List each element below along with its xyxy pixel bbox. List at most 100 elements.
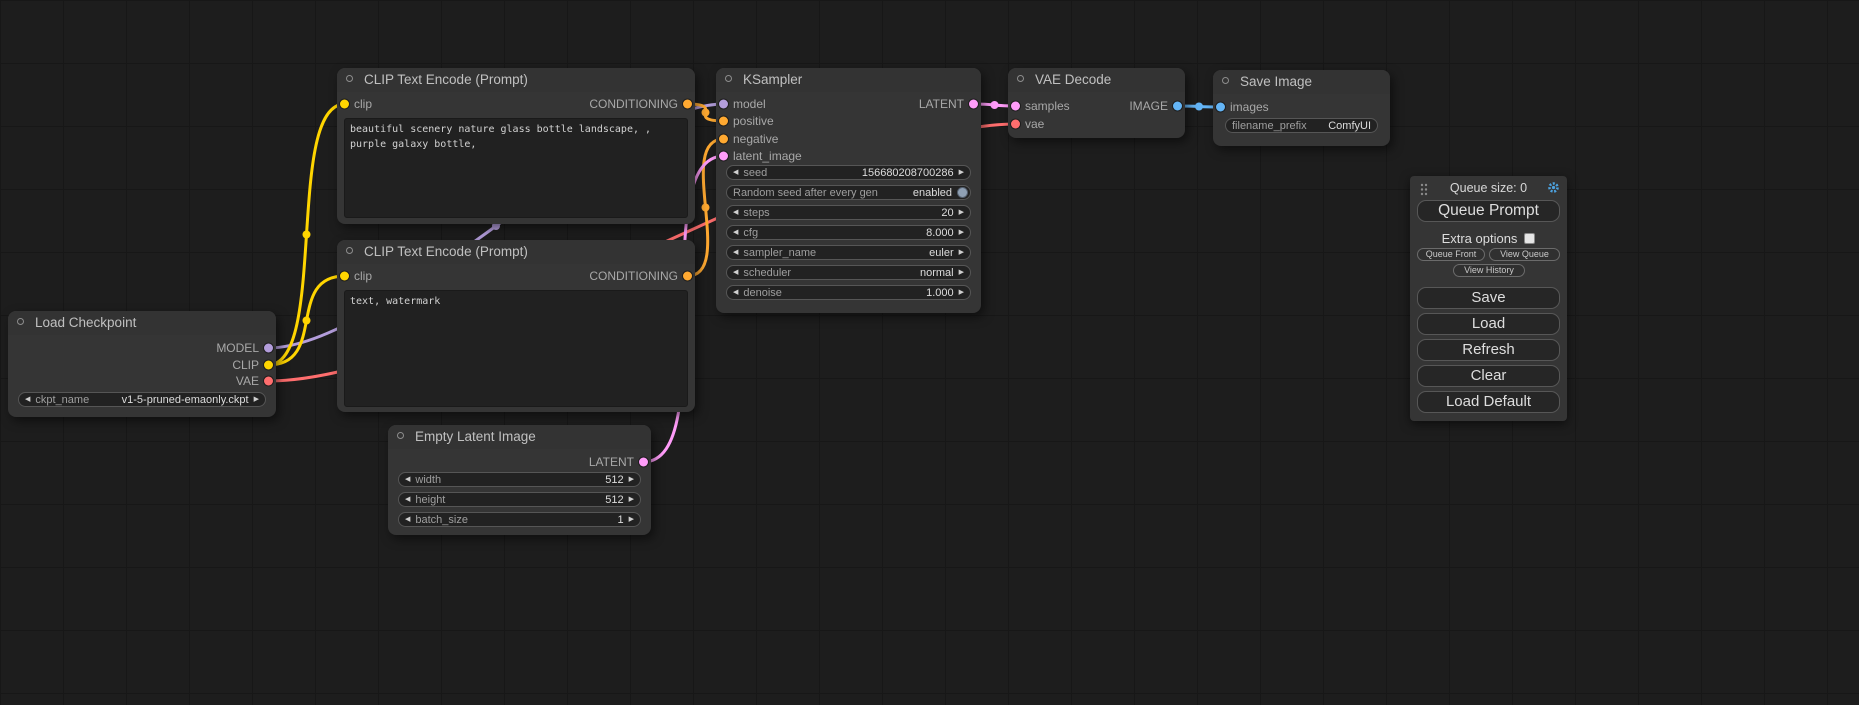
clip-output-dot[interactable]: [264, 361, 273, 370]
node-ksampler[interactable]: KSampler model LATENT positive negative …: [716, 68, 981, 313]
comfyui-canvas[interactable]: { "colors": { "model": "#B39DDB", "clip"…: [0, 0, 1859, 705]
clear-button[interactable]: Clear: [1417, 365, 1560, 387]
model-input-dot[interactable]: [719, 100, 728, 109]
output-slot-latent: LATENT: [388, 454, 651, 470]
extra-options-checkbox[interactable]: [1524, 233, 1535, 244]
prev-value-icon[interactable]: ◀: [733, 269, 738, 276]
prev-value-icon[interactable]: ◀: [733, 229, 738, 236]
node-clip-text-encode-negative[interactable]: CLIP Text Encode (Prompt) clip CONDITION…: [337, 240, 695, 412]
positive-input-dot[interactable]: [719, 117, 728, 126]
load-default-button[interactable]: Load Default: [1417, 391, 1560, 413]
scheduler-widget[interactable]: ◀ scheduler normal ▶: [726, 265, 971, 280]
prev-value-icon[interactable]: ◀: [733, 289, 738, 296]
random-seed-toggle-widget[interactable]: Random seed after every gen enabled: [726, 185, 971, 200]
height-widget[interactable]: ◀ height 512 ▶: [398, 492, 641, 507]
collapse-dot-icon[interactable]: [346, 75, 353, 82]
cfg-widget[interactable]: ◀ cfg 8.000 ▶: [726, 225, 971, 240]
input-slot-images: images: [1213, 99, 1390, 115]
collapse-dot-icon[interactable]: [397, 432, 404, 439]
node-load-checkpoint[interactable]: Load Checkpoint MODEL CLIP VAE ◀ ckpt_na…: [8, 311, 276, 417]
latent-image-input-dot[interactable]: [719, 152, 728, 161]
latent-output-dot[interactable]: [969, 100, 978, 109]
collapse-dot-icon[interactable]: [725, 75, 732, 82]
conditioning-output-dot[interactable]: [683, 272, 692, 281]
next-value-icon[interactable]: ▶: [959, 289, 964, 296]
input-slot-latent-image: latent_image: [716, 148, 981, 164]
node-clip-text-encode-positive[interactable]: CLIP Text Encode (Prompt) clip CONDITION…: [337, 68, 695, 224]
output-slot-model: MODEL: [8, 340, 276, 356]
node-title-bar[interactable]: CLIP Text Encode (Prompt): [337, 240, 695, 264]
ckpt-name-widget[interactable]: ◀ ckpt_name v1-5-pruned-emaonly.ckpt ▶: [18, 392, 266, 407]
vae-input-dot[interactable]: [1011, 120, 1020, 129]
positive-prompt-textarea[interactable]: beautiful scenery nature glass bottle la…: [344, 118, 688, 218]
toggle-knob-icon[interactable]: [957, 187, 968, 198]
model-output-dot[interactable]: [264, 344, 273, 353]
prev-value-icon[interactable]: ◀: [25, 396, 30, 403]
node-title: Load Checkpoint: [8, 311, 276, 335]
prev-value-icon[interactable]: ◀: [405, 476, 410, 483]
next-value-icon[interactable]: ▶: [629, 496, 634, 503]
load-button[interactable]: Load: [1417, 313, 1560, 335]
slot-row: model LATENT: [716, 96, 981, 112]
conditioning-output-dot[interactable]: [683, 100, 692, 109]
prev-value-icon[interactable]: ◀: [733, 169, 738, 176]
collapse-dot-icon[interactable]: [1017, 75, 1024, 82]
node-title-bar[interactable]: VAE Decode: [1008, 68, 1185, 92]
prev-value-icon[interactable]: ◀: [405, 516, 410, 523]
next-value-icon[interactable]: ▶: [959, 169, 964, 176]
filename-prefix-widget[interactable]: filename_prefix ComfyUI: [1225, 118, 1378, 133]
clip-input-dot[interactable]: [340, 100, 349, 109]
steps-widget[interactable]: ◀ steps 20 ▶: [726, 205, 971, 220]
next-value-icon[interactable]: ▶: [629, 516, 634, 523]
next-value-icon[interactable]: ▶: [959, 269, 964, 276]
next-value-icon[interactable]: ▶: [959, 209, 964, 216]
prev-value-icon[interactable]: ◀: [733, 209, 738, 216]
settings-gear-icon[interactable]: [1547, 181, 1560, 194]
view-history-button[interactable]: View History: [1453, 264, 1525, 277]
collapse-dot-icon[interactable]: [346, 247, 353, 254]
node-title-bar[interactable]: Save Image: [1213, 70, 1390, 94]
next-value-icon[interactable]: ▶: [959, 229, 964, 236]
node-title: CLIP Text Encode (Prompt): [337, 240, 695, 264]
sampler-name-widget[interactable]: ◀ sampler_name euler ▶: [726, 245, 971, 260]
clip-input-dot[interactable]: [340, 272, 349, 281]
view-queue-button[interactable]: View Queue: [1489, 248, 1560, 261]
denoise-widget[interactable]: ◀ denoise 1.000 ▶: [726, 285, 971, 300]
images-input-dot[interactable]: [1216, 103, 1225, 112]
samples-input-dot[interactable]: [1011, 102, 1020, 111]
collapse-dot-icon[interactable]: [17, 318, 24, 325]
node-title-bar[interactable]: KSampler: [716, 68, 981, 92]
node-empty-latent-image[interactable]: Empty Latent Image LATENT ◀ width 512 ▶ …: [388, 425, 651, 535]
width-widget[interactable]: ◀ width 512 ▶: [398, 472, 641, 487]
node-title: VAE Decode: [1008, 68, 1185, 92]
input-slot-vae: vae: [1008, 116, 1185, 132]
node-title-bar[interactable]: Empty Latent Image: [388, 425, 651, 449]
node-vae-decode[interactable]: VAE Decode samples IMAGE vae: [1008, 68, 1185, 138]
prev-value-icon[interactable]: ◀: [405, 496, 410, 503]
seed-widget[interactable]: ◀ seed 156680208700286 ▶: [726, 165, 971, 180]
batch-size-widget[interactable]: ◀ batch_size 1 ▶: [398, 512, 641, 527]
save-button[interactable]: Save: [1417, 287, 1560, 309]
node-save-image[interactable]: Save Image images filename_prefix ComfyU…: [1213, 70, 1390, 146]
queue-prompt-button[interactable]: Queue Prompt: [1417, 200, 1560, 222]
next-value-icon[interactable]: ▶: [254, 396, 259, 403]
extra-options-label: Extra options: [1442, 231, 1518, 246]
refresh-button[interactable]: Refresh: [1417, 339, 1560, 361]
node-title-bar[interactable]: Load Checkpoint: [8, 311, 276, 335]
next-value-icon[interactable]: ▶: [629, 476, 634, 483]
negative-input-dot[interactable]: [719, 135, 728, 144]
input-slot-positive: positive: [716, 113, 981, 129]
queue-front-button[interactable]: Queue Front: [1417, 248, 1485, 261]
slot-row: samples IMAGE: [1008, 98, 1185, 114]
node-title: Save Image: [1213, 70, 1390, 94]
output-slot-clip: CLIP: [8, 357, 276, 373]
node-title: KSampler: [716, 68, 981, 92]
prev-value-icon[interactable]: ◀: [733, 249, 738, 256]
collapse-dot-icon[interactable]: [1222, 77, 1229, 84]
image-output-dot[interactable]: [1173, 102, 1182, 111]
node-title-bar[interactable]: CLIP Text Encode (Prompt): [337, 68, 695, 92]
negative-prompt-textarea[interactable]: text, watermark: [344, 290, 688, 407]
next-value-icon[interactable]: ▶: [959, 249, 964, 256]
vae-output-dot[interactable]: [264, 377, 273, 386]
latent-output-dot[interactable]: [639, 458, 648, 467]
